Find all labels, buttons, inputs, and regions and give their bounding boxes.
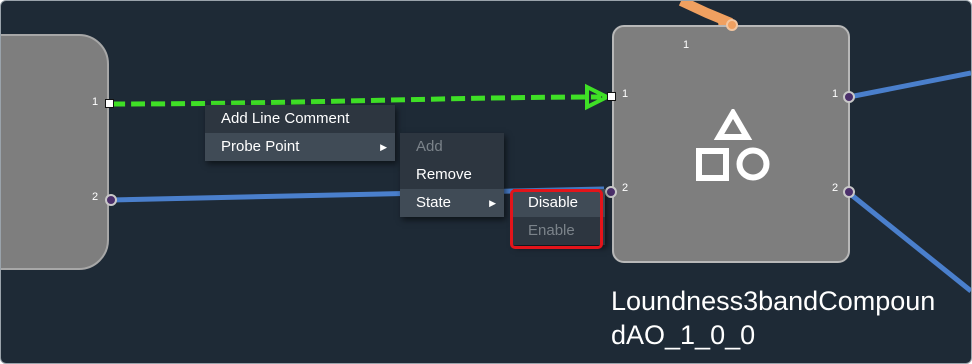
compound-block[interactable] [612, 25, 850, 263]
menu-item-add-probe: Add [400, 133, 504, 161]
main-output-port-2[interactable] [843, 186, 855, 198]
menu-item-add-line-comment[interactable]: Add Line Comment [205, 105, 395, 133]
selected-wire-1[interactable] [110, 94, 602, 107]
menu-item-remove-probe[interactable]: Remove [400, 161, 504, 189]
wire-context-menu: Add Line Comment Probe Point ▶ [205, 105, 395, 161]
left-output-port-2[interactable] [105, 194, 117, 206]
left-port-1-label: 1 [92, 96, 99, 108]
menu-item-label: Probe Point [221, 138, 300, 155]
main-top-port[interactable] [726, 19, 738, 31]
source-block[interactable] [1, 34, 109, 270]
main-input-port-2-label: 2 [622, 182, 629, 194]
main-output-port-1-label: 1 [832, 88, 839, 100]
shapes-icon [696, 109, 770, 181]
probe-point-submenu: Add Remove State ▶ [400, 133, 504, 217]
output-wire-1[interactable] [848, 70, 971, 100]
annotation-highlight-box [510, 189, 603, 249]
menu-item-probe-point[interactable]: Probe Point ▶ [205, 133, 395, 161]
main-input-port-1-label: 1 [622, 88, 629, 100]
menu-item-label: Add Line Comment [221, 110, 350, 127]
submenu-arrow-icon: ▶ [489, 198, 496, 208]
output-wire-2[interactable] [847, 191, 971, 293]
main-input-port-1[interactable] [607, 92, 616, 101]
signal-flow-canvas[interactable]: 1 2 1 1 2 1 2 Loundness3bandCompoundAO_1… [0, 0, 972, 364]
block-name-label: Loundness3bandCompoundAO_1_0_0 [611, 286, 936, 350]
submenu-arrow-icon: ▶ [380, 142, 387, 152]
main-output-port-1[interactable] [843, 91, 855, 103]
left-output-port-1[interactable] [105, 99, 114, 108]
menu-item-label: Remove [416, 166, 472, 183]
main-top-port-label: 1 [683, 39, 690, 51]
main-output-port-2-label: 2 [832, 182, 839, 194]
menu-item-label: Add [416, 138, 443, 155]
left-port-2-label: 2 [92, 191, 99, 203]
menu-item-label: State [416, 194, 452, 211]
main-input-port-2[interactable] [605, 186, 617, 198]
menu-item-state[interactable]: State ▶ [400, 189, 504, 217]
